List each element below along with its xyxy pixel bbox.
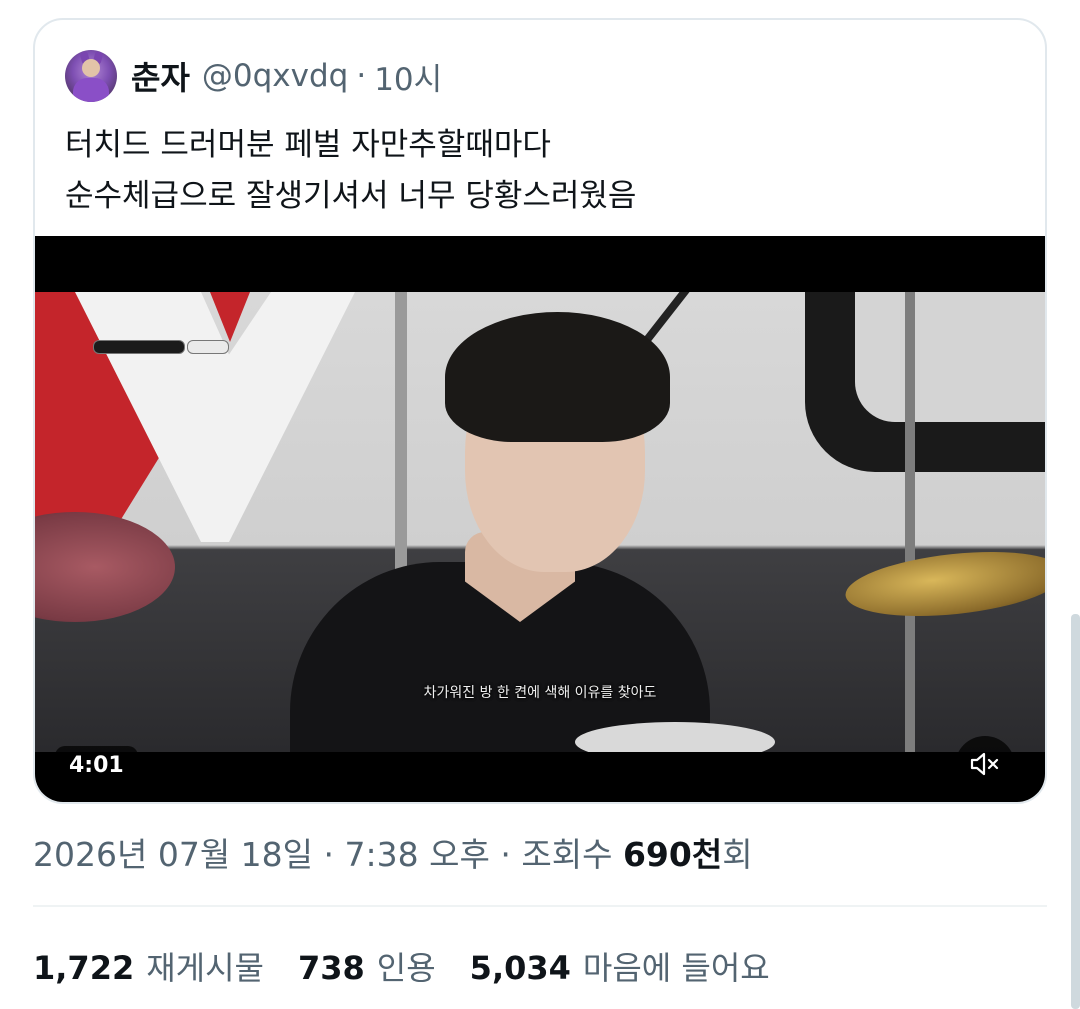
author-name[interactable]: 춘자 [131,53,190,99]
separator-dot: · [500,835,511,874]
video-frame: 차가워진 방 한 켠에 색해 이유를 찾아도 [35,292,1045,752]
retweets-label: 재게시물 [146,949,264,987]
separator-dot: · [323,835,335,874]
quoted-tweet-author[interactable]: 춘자 @0qxvdq · 10시 [65,48,442,104]
author-handle[interactable]: @0qxvdq [202,58,348,94]
views-prefix: 조회수 [521,835,613,874]
views-suffix: 회 [722,835,753,874]
tweet-date[interactable]: 2026년 07월 18일 [33,835,313,874]
engagement-stats: 1,722 재게시물 738 인용 5,034 마음에 들어요 [33,943,804,989]
quotes-label: 인용 [376,949,436,987]
retweets-count: 1,722 [33,949,135,987]
tweet-timestamp[interactable]: 7:38 오후 [345,835,490,874]
likes-stat[interactable]: 5,034 마음에 들어요 [470,943,770,989]
likes-label: 마음에 들어요 [582,949,770,987]
likes-count: 5,034 [469,949,571,987]
tweet-time[interactable]: 10시 [374,54,442,99]
separator-dot: · [356,58,367,94]
views-count: 690천 [622,835,723,874]
tweet-detail-page: 춘자 @0qxvdq · 10시 터치드 드러머분 페벌 자만추할때마다 순수체… [0,0,1080,1009]
retweets-stat[interactable]: 1,722 재게시물 [33,943,264,989]
scrollbar[interactable] [1071,614,1080,1009]
mute-button[interactable] [955,736,1015,796]
avatar[interactable] [65,50,117,102]
quotes-count: 738 [297,949,365,987]
quoted-tweet-card[interactable]: 춘자 @0qxvdq · 10시 터치드 드러머분 페벌 자만추할때마다 순수체… [33,18,1047,804]
video-subtitle: 차가워진 방 한 켠에 색해 이유를 찾아도 [423,685,657,701]
video-player[interactable]: 차가워진 방 한 켠에 색해 이유를 찾아도 4:01 [35,236,1045,802]
tweet-metadata: 2026년 07월 18일 · 7:38 오후 · 조회수 690천회 [33,828,753,876]
video-duration: 4:01 [55,746,138,786]
quotes-stat[interactable]: 738 인용 [298,943,436,989]
volume-muted-icon [970,751,1000,781]
quoted-tweet-text: 터치드 드러머분 페벌 자만추할때마다 순수체급으로 잘생기셔서 너무 당황스러… [65,127,637,214]
divider [33,905,1047,907]
